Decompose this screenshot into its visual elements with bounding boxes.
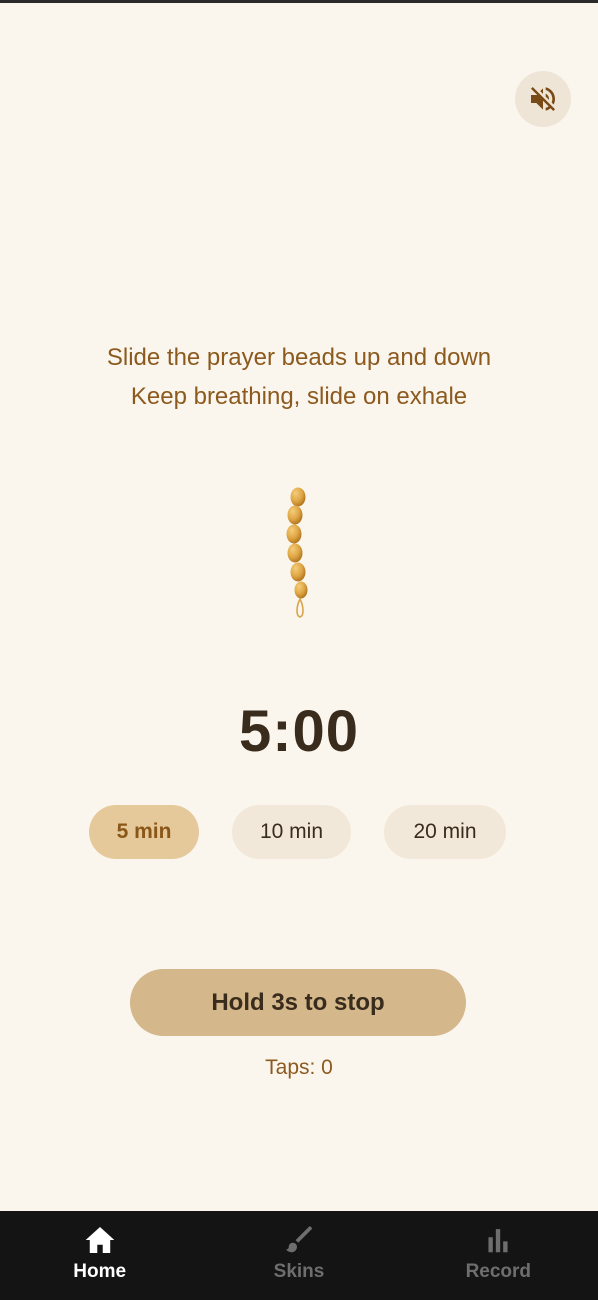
instruction-line-2: Keep breathing, slide on exhale — [130, 383, 468, 410]
brush-icon — [282, 1225, 316, 1255]
bead — [286, 524, 302, 544]
tab-home[interactable]: Home — [0, 1211, 199, 1300]
home-icon — [83, 1225, 117, 1255]
tab-skins[interactable]: Skins — [199, 1211, 398, 1300]
bead — [287, 505, 303, 525]
instructions: Slide the prayer beads up and down Keep … — [0, 338, 598, 416]
tab-record-label: Record — [465, 1261, 532, 1282]
duration-10-min-button[interactable]: 10 min — [232, 805, 351, 859]
bar-chart-icon — [481, 1225, 515, 1255]
bead — [287, 543, 303, 563]
duration-5-min-button[interactable]: 5 min — [89, 805, 199, 859]
duration-selector: 5 min 10 min 20 min — [0, 805, 598, 859]
bead-tassel-loop — [296, 597, 304, 618]
sound-toggle-button[interactable] — [515, 71, 571, 127]
instruction-line-1: Slide the prayer beads up and down — [106, 344, 492, 371]
speaker-muted-icon — [531, 87, 555, 111]
tab-record[interactable]: Record — [399, 1211, 598, 1300]
prayer-beads[interactable] — [279, 483, 319, 623]
home-screen: Slide the prayer beads up and down Keep … — [0, 0, 598, 1300]
tab-home-label: Home — [73, 1261, 127, 1282]
hold-to-stop-button[interactable]: Hold 3s to stop — [130, 969, 466, 1036]
countdown-timer: 5:00 — [238, 699, 360, 764]
bottom-tab-bar: Home Skins Record — [0, 1211, 598, 1300]
bead — [290, 487, 306, 507]
tap-counter: Taps: 0 — [265, 1056, 333, 1079]
bead — [294, 581, 308, 599]
bead — [290, 562, 306, 582]
duration-20-min-button[interactable]: 20 min — [384, 805, 506, 859]
tab-skins-label: Skins — [273, 1261, 325, 1282]
